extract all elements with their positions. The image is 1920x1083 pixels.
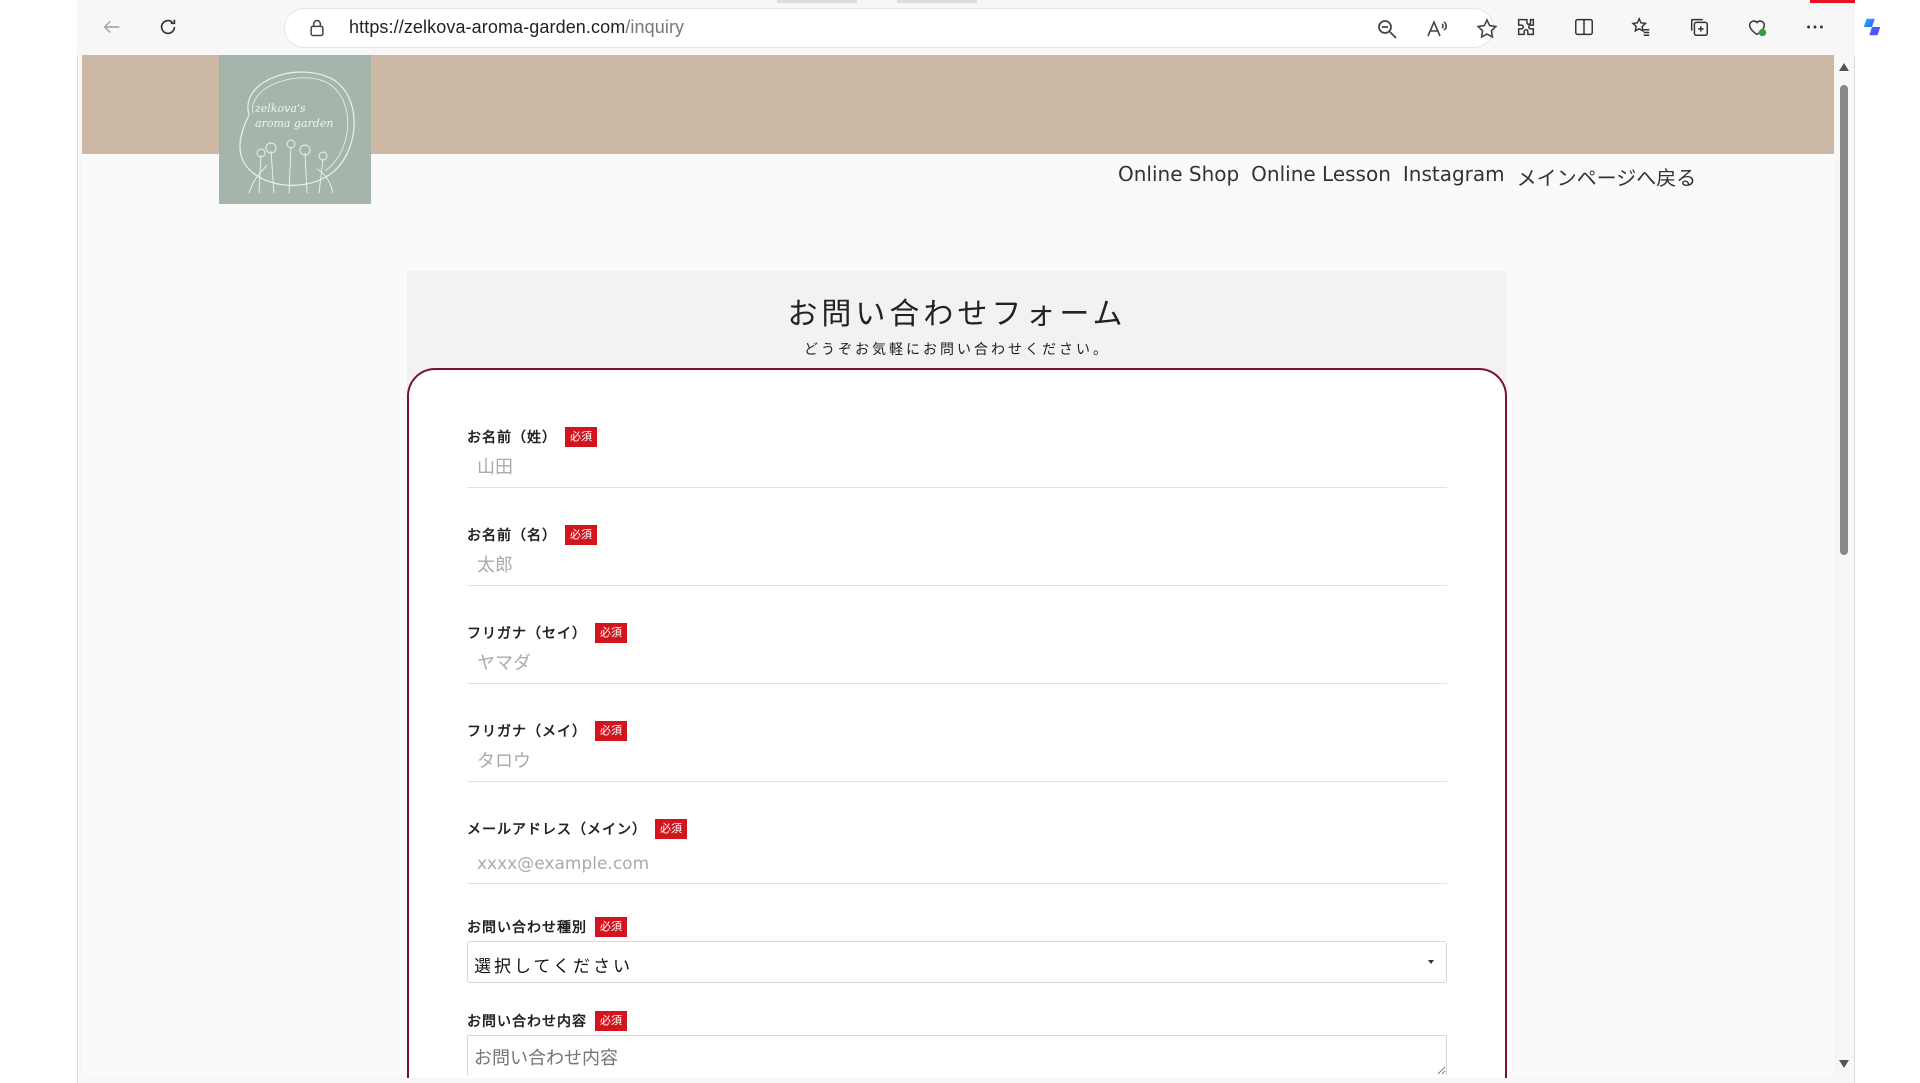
field-inquiry-type: お問い合わせ種別 必須 選択してください [467, 916, 1447, 983]
scroll-up-icon[interactable] [1839, 63, 1849, 71]
field-label: お問い合わせ種別 [467, 920, 587, 936]
url-text[interactable]: https://zelkova-aroma-garden.com/inquiry [349, 17, 684, 38]
page-title: お問い合わせフォーム [787, 297, 1127, 332]
field-last-name-kana: フリガナ（セイ） 必須 [467, 622, 1447, 684]
active-indicator [1810, 0, 1855, 3]
main-nav: Online Shop Online Lesson Instagram メインペ… [1118, 162, 1696, 191]
scroll-down-icon[interactable] [1839, 1060, 1849, 1068]
split-screen-icon[interactable] [1569, 12, 1599, 42]
required-badge: 必須 [565, 427, 597, 447]
browser-essentials-icon[interactable] [1742, 12, 1772, 42]
required-badge: 必須 [595, 623, 627, 643]
page-scrollbar[interactable] [1834, 55, 1854, 1078]
url-host: https://zelkova-aroma-garden.com [349, 17, 626, 37]
form-card: お名前（姓）必須 お名前（名）必須 フリガナ（セイ）必須 フリガナ（メイ）必須 … [407, 368, 1507, 1078]
first-name-input[interactable] [467, 546, 1447, 586]
site-logo[interactable]: zelkova's aroma garden [219, 55, 371, 204]
field-label: フリガナ（セイ） [467, 626, 587, 642]
inquiry-content-textarea[interactable] [467, 1035, 1447, 1075]
required-badge: 必須 [595, 917, 627, 937]
required-badge: 必須 [595, 721, 627, 741]
field-label: フリガナ（メイ） [467, 724, 587, 740]
first-name-kana-input[interactable] [467, 742, 1447, 782]
field-inquiry-content: お問い合わせ内容 必須 [467, 1010, 1447, 1075]
url-path: /inquiry [625, 17, 685, 37]
address-bar[interactable]: https://zelkova-aroma-garden.com/inquiry [285, 9, 1498, 47]
more-icon[interactable] [1800, 12, 1830, 42]
field-label: お名前（姓） [467, 430, 557, 446]
last-name-input[interactable] [467, 448, 1447, 488]
nav-online-shop[interactable]: Online Shop [1118, 162, 1239, 191]
copilot-icon[interactable] [1857, 12, 1887, 42]
logo-text-line2: aroma garden [255, 117, 333, 130]
field-label: お名前（名） [467, 528, 557, 544]
field-first-name-kana: フリガナ（メイ） 必須 [467, 720, 1447, 782]
collections-icon[interactable] [1684, 12, 1714, 42]
tab-indicator [897, 0, 977, 3]
required-badge: 必須 [595, 1011, 627, 1031]
browser-toolbar: https://zelkova-aroma-garden.com/inquiry [77, 0, 1881, 55]
zoom-out-icon[interactable] [1375, 17, 1399, 41]
back-icon[interactable] [97, 12, 127, 42]
page-viewport: zelkova's aroma garden Online Shop Onlin… [82, 55, 1834, 1078]
field-label: お問い合わせ内容 [467, 1014, 587, 1030]
last-name-kana-input[interactable] [467, 644, 1447, 684]
nav-online-lesson[interactable]: Online Lesson [1251, 162, 1391, 191]
refresh-icon[interactable] [153, 12, 183, 42]
logo-text-line1: zelkova's [254, 102, 306, 115]
scrollbar-thumb[interactable] [1840, 85, 1848, 555]
required-badge: 必須 [655, 819, 687, 839]
nav-instagram[interactable]: Instagram [1403, 162, 1505, 191]
required-badge: 必須 [565, 525, 597, 545]
select-value: 選択してください [474, 957, 633, 977]
lock-icon[interactable] [307, 18, 327, 38]
nav-back-to-main[interactable]: メインページへ戻る [1517, 162, 1697, 191]
chevron-down-icon [1428, 960, 1434, 964]
field-email: メールアドレス（メイン） 必須 [467, 818, 1447, 884]
field-last-name: お名前（姓） 必須 [467, 426, 1447, 488]
extensions-icon[interactable] [1511, 12, 1541, 42]
field-label: メールアドレス（メイン） [467, 822, 647, 838]
email-input[interactable] [467, 844, 1447, 884]
favorites-icon[interactable] [1626, 12, 1656, 42]
read-aloud-icon[interactable] [1425, 17, 1449, 41]
tab-indicator [777, 0, 857, 3]
field-first-name: お名前（名） 必須 [467, 524, 1447, 586]
favorite-star-icon[interactable] [1475, 17, 1499, 41]
inquiry-type-select[interactable]: 選択してください [467, 941, 1447, 983]
page-subtitle: どうぞお気軽にお問い合わせください。 [804, 342, 1110, 358]
